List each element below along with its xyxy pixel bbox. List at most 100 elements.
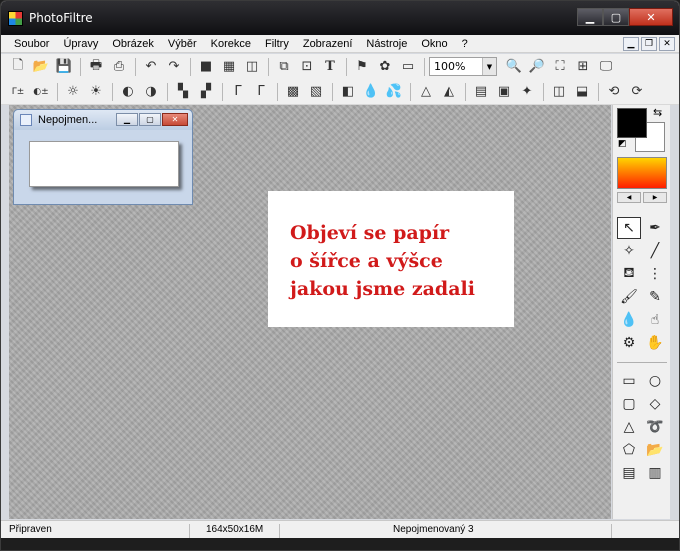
spray-icon[interactable]: ⋮ xyxy=(643,263,667,285)
gamma-plus-icon[interactable]: Γ xyxy=(250,81,272,103)
save-icon[interactable]: 💾 xyxy=(53,56,75,78)
replace-color-icon[interactable]: ▣ xyxy=(493,81,515,103)
triangle-icon[interactable]: △ xyxy=(617,416,641,438)
relief-icon[interactable]: ◭ xyxy=(438,81,460,103)
text-icon[interactable]: T xyxy=(319,56,341,78)
finger-smudge-icon[interactable]: ☝ xyxy=(643,309,667,331)
auto-contrast-icon[interactable]: ◐± xyxy=(30,81,52,103)
menu-obrazek[interactable]: Obrázek xyxy=(105,35,161,52)
lasso-icon[interactable]: ➰ xyxy=(643,416,667,438)
fill-bucket-icon[interactable]: ⛾ xyxy=(617,263,641,285)
image-size-icon[interactable]: ⧉ xyxy=(273,56,295,78)
zoom-out-icon[interactable]: 🔎 xyxy=(526,56,548,78)
eyedropper-icon[interactable]: ✒ xyxy=(643,217,667,239)
close-button[interactable]: ✕ xyxy=(629,8,673,26)
zoom-select[interactable]: 100% ▼ xyxy=(429,57,497,76)
gradient-prev-button[interactable]: ◀ xyxy=(617,192,641,203)
menu-korekce[interactable]: Korekce xyxy=(204,35,258,52)
advanced-brush-icon[interactable]: ✎ xyxy=(643,286,667,308)
rounded-rectangle-icon[interactable]: ▢ xyxy=(617,393,641,415)
explorer-icon[interactable]: ⚑ xyxy=(351,56,373,78)
open-folder-icon[interactable]: 📂 xyxy=(30,56,52,78)
status-divider xyxy=(279,524,280,538)
rectangle-icon[interactable]: ▭ xyxy=(617,370,641,392)
menu-okno[interactable]: Okno xyxy=(414,35,454,52)
grey-square-icon[interactable]: ■ xyxy=(195,56,217,78)
main-toolbar: 🗋 📂 💾 🖶 ⎙ ↶ ↷ ■ ▦ ◫ ⧉ ⊡ T ⚑ ✿ ▭ 100% ▼ 🔍… xyxy=(1,54,679,80)
emboss-icon[interactable]: △ xyxy=(415,81,437,103)
menu-vyber[interactable]: Výběr xyxy=(161,35,204,52)
scan-icon[interactable]: ⎙ xyxy=(108,56,130,78)
document-minimize-button[interactable]: ▁ xyxy=(116,113,138,126)
mdi-workspace[interactable]: Nepojmen... ▁ ▢ ✕ Objeví se papír o šířc… xyxy=(9,105,611,519)
print-icon[interactable]: 🖶 xyxy=(85,56,107,78)
contrast-plus-icon[interactable]: ◑ xyxy=(140,81,162,103)
maximize-button[interactable]: ▢ xyxy=(603,8,629,26)
menu-nastroje[interactable]: Nástroje xyxy=(359,35,414,52)
transparency-icon[interactable]: ◫ xyxy=(241,56,263,78)
brightness-plus-icon[interactable]: ☀ xyxy=(85,81,107,103)
menu-filtry[interactable]: Filtry xyxy=(258,35,296,52)
minimize-button[interactable]: ▁ xyxy=(577,8,603,26)
color-balance-icon[interactable]: ▤ xyxy=(470,81,492,103)
document-title-bar[interactable]: Nepojmen... ▁ ▢ ✕ xyxy=(14,110,192,130)
polygon-icon[interactable]: ⬠ xyxy=(617,439,641,461)
line-icon[interactable]: ╱ xyxy=(643,240,667,262)
window-icon[interactable]: ▭ xyxy=(397,56,419,78)
menu-help[interactable]: ? xyxy=(455,35,475,52)
undo-icon[interactable]: ↶ xyxy=(140,56,162,78)
hand-icon[interactable]: ✋ xyxy=(643,332,667,354)
invert-selection-icon[interactable]: ▥ xyxy=(643,462,667,484)
saturation-minus-icon[interactable]: ▚ xyxy=(172,81,194,103)
gradient-preview[interactable] xyxy=(617,157,667,189)
blur-drop-icon[interactable]: 💧 xyxy=(617,309,641,331)
document-maximize-button[interactable]: ▢ xyxy=(139,113,161,126)
effect-icon[interactable]: ✦ xyxy=(516,81,538,103)
mdi-close-button[interactable]: ✕ xyxy=(659,37,675,51)
load-shape-icon[interactable]: 📂 xyxy=(643,439,667,461)
brightness-minus-icon[interactable]: ☼ xyxy=(62,81,84,103)
clone-stamp-icon[interactable]: ⚙ xyxy=(617,332,641,354)
menu-soubor[interactable]: Soubor xyxy=(7,35,56,52)
document-window[interactable]: Nepojmen... ▁ ▢ ✕ xyxy=(13,109,193,205)
flip-vertical-icon[interactable]: ⬓ xyxy=(571,81,593,103)
magic-wand-icon[interactable]: ✧ xyxy=(617,240,641,262)
rotate-left-icon[interactable]: ⟲ xyxy=(603,81,625,103)
zoom-in-icon[interactable]: 🔍 xyxy=(503,56,525,78)
swap-colors-icon[interactable]: ⇆ xyxy=(653,106,662,119)
sharpen-icon[interactable]: 💦 xyxy=(383,81,405,103)
fit-window-icon[interactable]: ⛶ xyxy=(549,56,571,78)
invert-icon[interactable]: ◧ xyxy=(337,81,359,103)
menu-upravy[interactable]: Úpravy xyxy=(56,35,105,52)
diamond-icon[interactable]: ◇ xyxy=(643,393,667,415)
slideshow-icon[interactable]: 🖵 xyxy=(595,56,617,78)
ellipse-icon[interactable]: ○ xyxy=(643,370,667,392)
color-grid-icon[interactable]: ▦ xyxy=(218,56,240,78)
plugin-icon[interactable]: ✿ xyxy=(374,56,396,78)
full-screen-icon[interactable]: ⊞ xyxy=(572,56,594,78)
gamma-minus-icon[interactable]: Γ xyxy=(227,81,249,103)
canvas-paper[interactable] xyxy=(29,141,179,187)
flip-horizontal-icon[interactable]: ◫ xyxy=(548,81,570,103)
gradient-next-button[interactable]: ▶ xyxy=(643,192,667,203)
new-file-icon[interactable]: 🗋 xyxy=(7,56,29,78)
foreground-color-swatch[interactable] xyxy=(617,108,647,138)
redo-icon[interactable]: ↷ xyxy=(163,56,185,78)
blur-icon[interactable]: 💧 xyxy=(360,81,382,103)
canvas-size-icon[interactable]: ⊡ xyxy=(296,56,318,78)
sepia-icon[interactable]: ▧ xyxy=(305,81,327,103)
rotate-right-icon[interactable]: ⟳ xyxy=(626,81,648,103)
grayscale-icon[interactable]: ▩ xyxy=(282,81,304,103)
menu-zobrazeni[interactable]: Zobrazení xyxy=(296,35,360,52)
reset-colors-icon[interactable]: ◩ xyxy=(618,139,627,149)
document-close-button[interactable]: ✕ xyxy=(162,113,188,126)
contrast-minus-icon[interactable]: ◐ xyxy=(117,81,139,103)
brush-icon[interactable]: 🖌 xyxy=(617,286,641,308)
mdi-restore-button[interactable]: ❐ xyxy=(641,37,657,51)
chevron-down-icon[interactable]: ▼ xyxy=(482,58,496,75)
saturation-plus-icon[interactable]: ▞ xyxy=(195,81,217,103)
selection-arrow-icon[interactable]: ↖ xyxy=(617,217,641,239)
select-all-icon[interactable]: ▤ xyxy=(617,462,641,484)
auto-levels-icon[interactable]: Γ± xyxy=(7,81,29,103)
mdi-minimize-button[interactable]: ▁ xyxy=(623,37,639,51)
